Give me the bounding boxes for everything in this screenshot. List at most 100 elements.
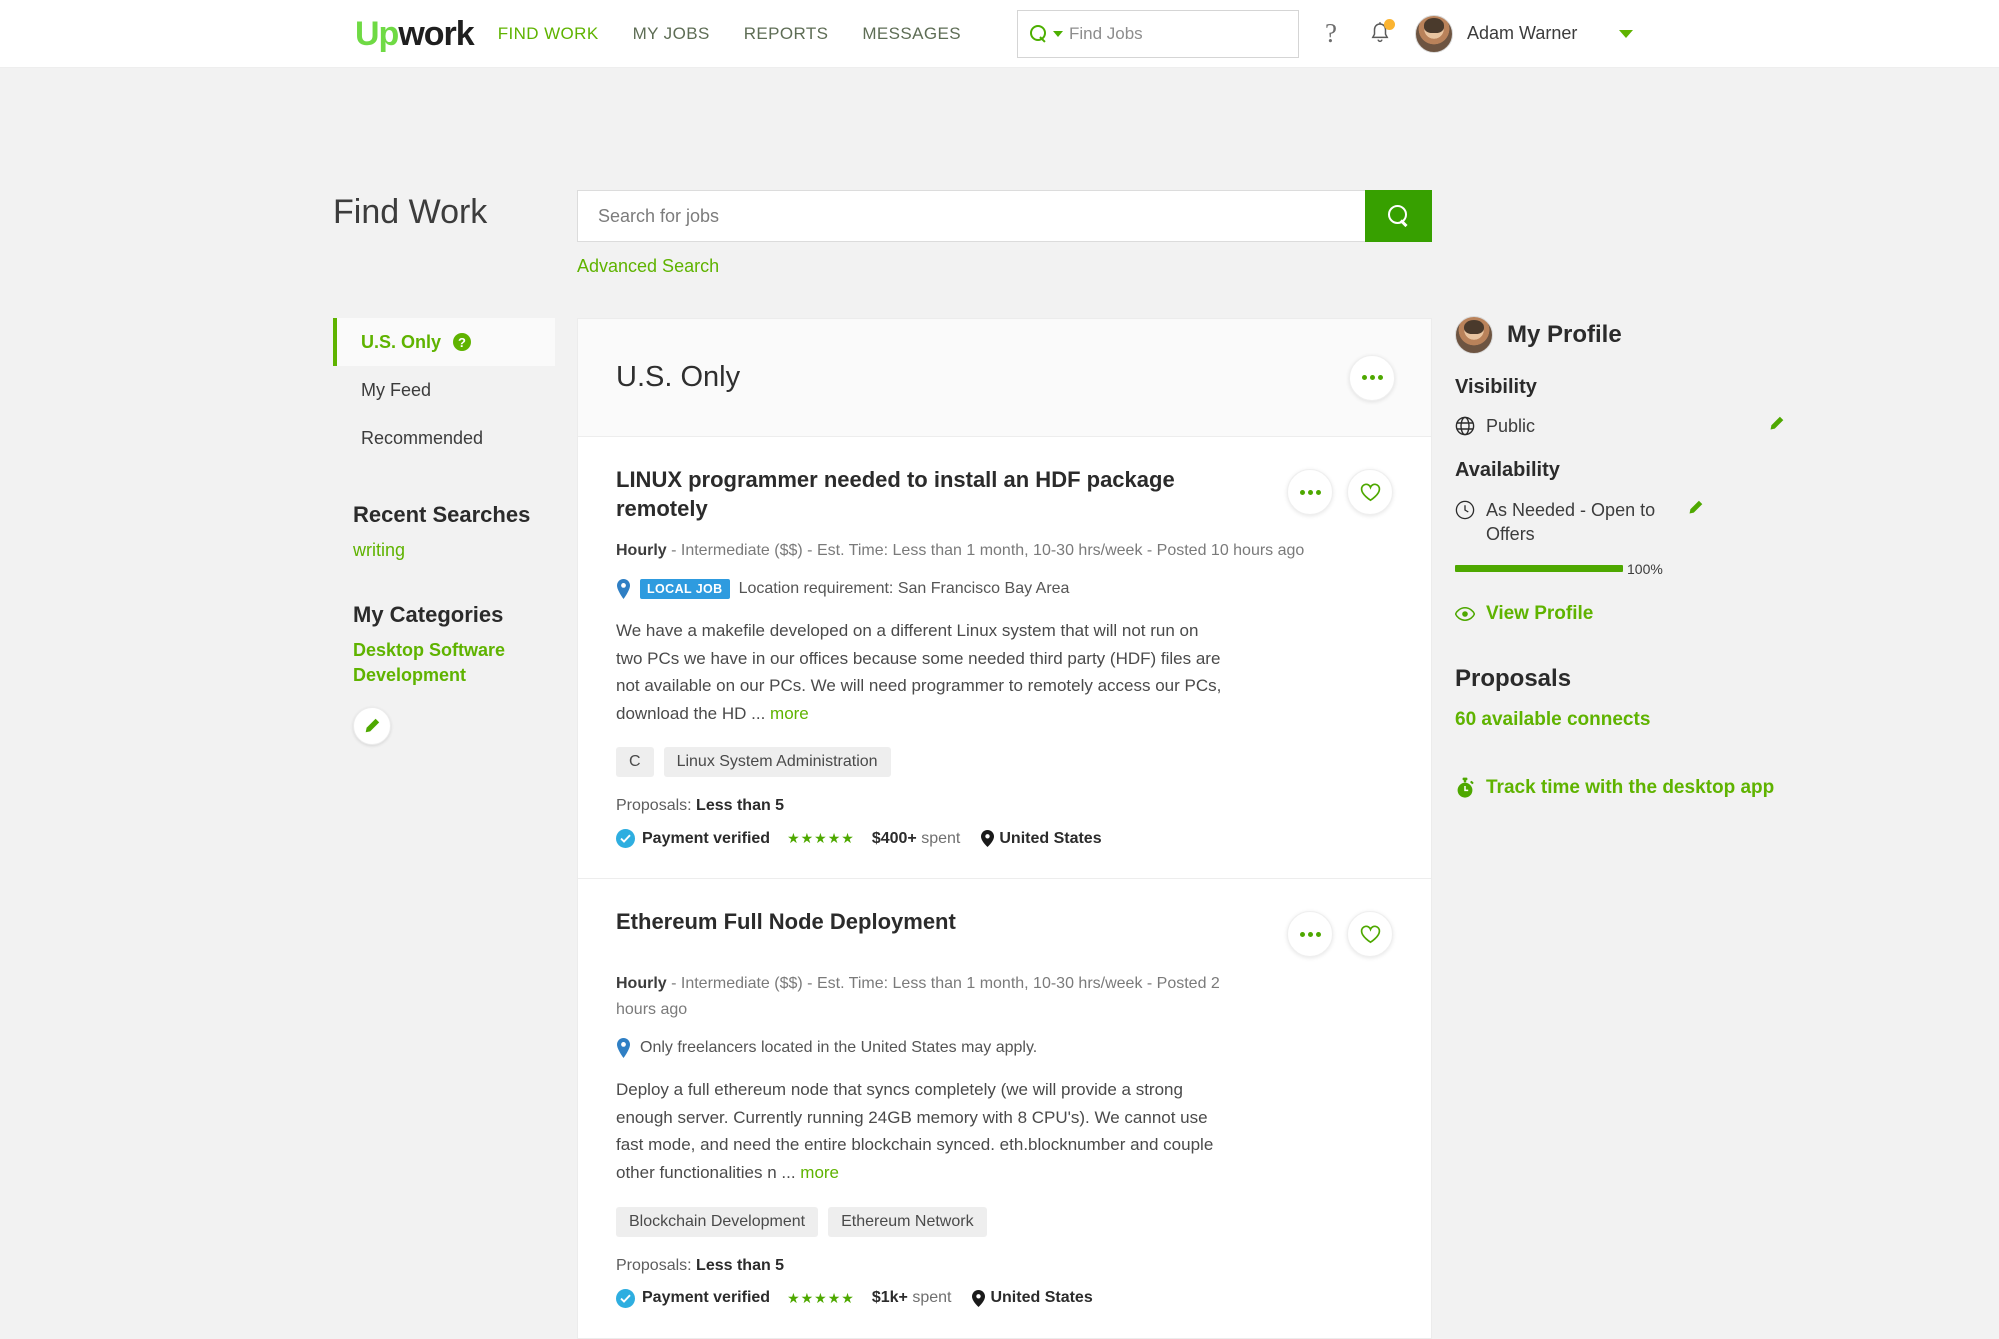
job-description: We have a makefile developed on a differ… (616, 617, 1226, 727)
sidebar-item-label: U.S. Only (361, 331, 442, 352)
job-description: Deploy a full ethereum node that syncs c… (616, 1076, 1226, 1186)
local-job-badge: LOCAL JOB (640, 579, 730, 600)
job-header-row: LINUX programmer needed to install an HD… (616, 465, 1393, 524)
right-sidebar: My Profile Visibility Public Availabilit… (1455, 316, 1785, 800)
job-header-row: Ethereum Full Node Deployment (616, 907, 1393, 958)
job-title[interactable]: LINUX programmer needed to install an HD… (616, 465, 1206, 524)
check-icon (616, 1288, 635, 1308)
recent-search-writing[interactable]: writing (353, 538, 555, 562)
job-list-header: U.S. Only (578, 319, 1431, 437)
job-client-info: Payment verified ★★★★★ $400+ spent Unite… (616, 829, 1393, 849)
advanced-search-link[interactable]: Advanced Search (577, 256, 719, 277)
edit-categories-button[interactable] (353, 706, 391, 745)
job-description-more-link[interactable]: more (800, 1163, 839, 1182)
client-country: United States (981, 829, 1102, 848)
sidebar-item-my-feed[interactable]: My Feed (333, 366, 555, 414)
ellipsis-icon (1299, 489, 1321, 495)
job-more-options-button[interactable] (1287, 469, 1333, 515)
client-spent-amount: $1k+ (871, 1289, 908, 1307)
heart-icon (1360, 925, 1380, 943)
save-job-button[interactable] (1347, 911, 1393, 958)
nav-messages[interactable]: MESSAGES (862, 24, 961, 44)
job-meta: Hourly - Intermediate ($$) - Est. Time: … (616, 971, 1256, 1022)
job-title[interactable]: Ethereum Full Node Deployment (616, 907, 956, 936)
skill-tag[interactable]: Linux System Administration (663, 747, 891, 778)
job-list-title: U.S. Only (616, 361, 741, 393)
job-proposals-value: Less than 5 (696, 797, 785, 815)
job-location-text: Only freelancers located in the United S… (640, 1039, 1038, 1057)
global-search-box[interactable]: Find Jobs (1016, 9, 1299, 58)
search-icon (1029, 25, 1047, 42)
main-nav: FIND WORK MY JOBS REPORTS MESSAGES (498, 24, 961, 44)
job-list-item[interactable]: Ethereum Full Node Deployment Hourly - I… (578, 879, 1431, 1337)
ellipsis-icon (1299, 931, 1321, 937)
search-icon (1387, 205, 1410, 227)
track-time-label: Track time with the desktop app (1486, 776, 1775, 798)
client-spent-suffix: spent (907, 1289, 952, 1307)
sidebar-item-label: My Feed (361, 379, 432, 400)
search-button[interactable] (1365, 190, 1432, 242)
job-meta-details: - Intermediate ($$) - Est. Time: Less th… (616, 975, 1220, 1018)
job-proposals-value: Less than 5 (696, 1256, 785, 1274)
stopwatch-icon (1457, 777, 1474, 798)
available-connects-link[interactable]: 60 available connects (1455, 709, 1785, 731)
pencil-icon (1770, 416, 1784, 430)
chevron-down-icon[interactable] (1052, 30, 1063, 37)
logo-work-text: work (398, 14, 474, 53)
job-description-text: We have a makefile developed on a differ… (616, 621, 1222, 723)
client-country-label: United States (999, 829, 1102, 847)
sidebar-item-us-only[interactable]: U.S. Only ? (333, 318, 555, 366)
help-icon[interactable]: ? (453, 333, 472, 351)
left-sidebar: U.S. Only ? My Feed Recommended Recent S… (333, 318, 555, 745)
job-meta: Hourly - Intermediate ($$) - Est. Time: … (616, 538, 1346, 564)
category-desktop-software-development[interactable]: Desktop Software Development (353, 638, 555, 687)
location-pin-icon (972, 1289, 986, 1307)
job-list-card: U.S. Only LINUX programmer needed to ins… (577, 318, 1432, 1339)
my-categories-heading: My Categories (353, 602, 504, 628)
sidebar-item-recommended[interactable]: Recommended (333, 414, 555, 462)
avatar[interactable] (1414, 14, 1453, 53)
upwork-logo[interactable]: Upwork (355, 14, 475, 53)
my-profile-header: My Profile (1455, 316, 1785, 354)
location-pin-icon (617, 1038, 630, 1059)
search-input[interactable] (577, 190, 1365, 242)
my-profile-title: My Profile (1507, 321, 1622, 348)
nav-reports[interactable]: REPORTS (744, 24, 829, 44)
visibility-value: Public (1486, 415, 1536, 436)
track-time-link[interactable]: Track time with the desktop app (1455, 775, 1785, 801)
edit-availability-button[interactable] (1687, 498, 1704, 547)
client-spent: $400+ spent (872, 830, 961, 848)
nav-find-work[interactable]: FIND WORK (498, 24, 599, 44)
skill-tag[interactable]: C (616, 747, 654, 778)
page-title: Find Work (333, 193, 488, 231)
save-job-button[interactable] (1347, 469, 1393, 515)
logo-up-text: Up (355, 14, 399, 53)
client-country-label: United States (990, 1289, 1093, 1307)
nav-my-jobs[interactable]: MY JOBS (633, 24, 710, 44)
skill-tag[interactable]: Blockchain Development (616, 1206, 819, 1237)
job-actions (1287, 465, 1393, 515)
sidebar-item-label: Recommended (361, 427, 484, 448)
job-list-item[interactable]: LINUX programmer needed to install an HD… (578, 437, 1431, 880)
job-list-more-options-button[interactable] (1349, 354, 1395, 401)
progress-value: 100% (1627, 560, 1663, 577)
location-pin-icon (617, 579, 630, 600)
job-client-info: Payment verified ★★★★★ $1k+ spent United… (616, 1288, 1393, 1308)
view-profile-link[interactable]: View Profile (1455, 603, 1785, 625)
user-menu-chevron-down-icon[interactable] (1619, 29, 1634, 38)
client-rating-stars: ★★★★★ (787, 1289, 855, 1306)
help-icon[interactable]: ? (1325, 20, 1337, 47)
clock-icon (1455, 500, 1475, 520)
job-more-options-button[interactable] (1287, 911, 1333, 958)
payment-verified-badge: Payment verified (616, 829, 770, 849)
notifications-button[interactable] (1369, 18, 1395, 47)
globe-icon (1455, 416, 1475, 436)
payment-verified-label: Payment verified (642, 1289, 771, 1307)
job-proposals-label: Proposals: (616, 797, 697, 815)
avatar[interactable] (1455, 316, 1493, 354)
edit-visibility-button[interactable] (1768, 415, 1785, 437)
recent-searches-heading: Recent Searches (353, 502, 531, 527)
job-description-more-link[interactable]: more (770, 704, 809, 723)
skill-tag[interactable]: Ethereum Network (828, 1206, 987, 1237)
availability-value: As Needed - Open to Offers (1486, 500, 1656, 545)
